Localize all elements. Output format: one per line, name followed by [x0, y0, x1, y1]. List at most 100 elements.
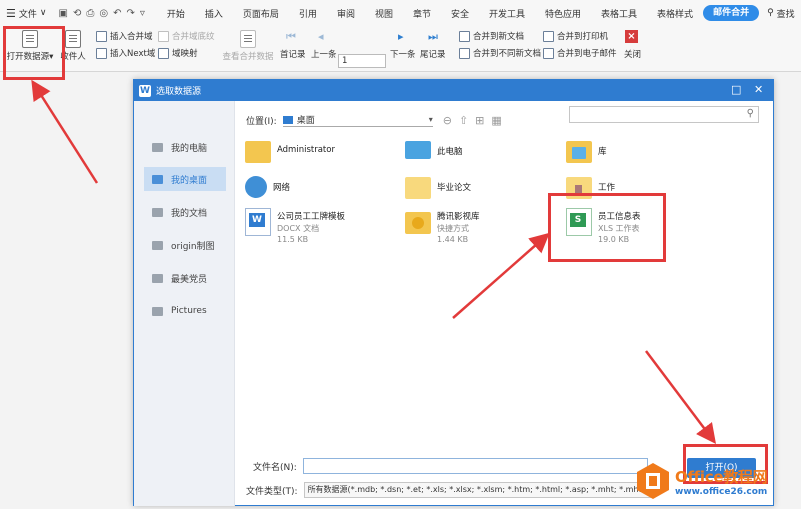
- file-item-library[interactable]: 库: [566, 137, 607, 163]
- ribbon-tabs: 开始 插入 页面布局 引用 审阅 视图 章节 安全 开发工具 特色应用 表格工具…: [157, 5, 795, 21]
- tab-references[interactable]: 引用: [289, 7, 327, 20]
- first-record-icon[interactable]: ⏮: [286, 30, 296, 44]
- undo-icon[interactable]: ↶: [113, 8, 121, 19]
- sidebar-item-label: Pictures: [171, 306, 207, 316]
- search-command[interactable]: ⚲ 查找: [759, 7, 795, 20]
- close-icon[interactable]: ✕: [754, 83, 763, 96]
- file-item-tencent-video[interactable]: 腾讯影视库 快捷方式 1.44 KB: [405, 208, 480, 244]
- location-select[interactable]: 桌面 ▾: [282, 113, 433, 127]
- field-mapping-button[interactable]: 域映射: [158, 47, 198, 59]
- merge-to-new-doc-label: 合并到新文档: [473, 32, 525, 42]
- watermark: Office教程网 www.office26.com: [636, 457, 798, 505]
- tab-insert[interactable]: 插入: [195, 7, 233, 20]
- print-preview-icon[interactable]: ◎: [99, 8, 108, 19]
- merge-to-printer-button[interactable]: 合并到打印机: [543, 30, 608, 42]
- filename-input[interactable]: [302, 458, 648, 474]
- search-label: 查找: [776, 9, 795, 20]
- back-icon[interactable]: ⊖: [443, 114, 452, 127]
- up-folder-icon[interactable]: ⇧: [459, 114, 468, 127]
- insert-next-field-button[interactable]: 插入Next域: [96, 47, 155, 59]
- customize-icon[interactable]: ▿: [140, 8, 145, 19]
- folder-icon: [152, 207, 163, 217]
- tab-review[interactable]: 审阅: [327, 7, 365, 20]
- tab-sections[interactable]: 章节: [403, 7, 441, 20]
- tab-featured-apps[interactable]: 特色应用: [535, 7, 591, 20]
- last-record-label[interactable]: 尾记录: [420, 48, 446, 60]
- sidebar-item-my-documents[interactable]: 我的文档: [144, 200, 226, 224]
- path-tools: ⊖ ⇧ ⊞ ▦: [443, 114, 502, 127]
- file-name: 毕业论文: [437, 183, 472, 193]
- file-item-administrator[interactable]: Administrator: [245, 137, 335, 163]
- merge-to-new-doc-button[interactable]: 合并到新文档: [459, 30, 524, 42]
- close-label[interactable]: 关闭: [624, 48, 641, 60]
- shading-icon: [158, 30, 169, 42]
- different-docs-icon: [459, 47, 470, 59]
- next-record-label[interactable]: 下一条: [390, 48, 416, 60]
- next-record-icon[interactable]: ▸: [398, 30, 404, 43]
- tab-table-style[interactable]: 表格样式: [647, 7, 703, 20]
- tab-table-tools[interactable]: 表格工具: [591, 7, 647, 20]
- file-type: 快捷方式: [437, 224, 469, 233]
- location-bar: 位置(I): 桌面 ▾ ⊖ ⇧ ⊞ ▦: [246, 112, 502, 128]
- field-mapping-icon: [158, 47, 169, 59]
- location-label: 位置(I):: [246, 116, 277, 127]
- merge-to-different-docs-button[interactable]: 合并到不同新文档: [459, 47, 541, 59]
- tab-start[interactable]: 开始: [157, 7, 195, 20]
- new-folder-icon[interactable]: ⊞: [475, 114, 484, 127]
- file-item-thesis[interactable]: 毕业论文: [405, 173, 471, 199]
- sidebar-item-party-members[interactable]: 最美党员: [144, 266, 226, 290]
- search-input[interactable]: ⚲: [569, 106, 759, 123]
- tab-developer[interactable]: 开发工具: [479, 7, 535, 20]
- field-mapping-label: 域映射: [172, 49, 198, 59]
- file-name: 腾讯影视库: [437, 212, 480, 222]
- printer-icon: [543, 30, 554, 42]
- file-name: 工作: [598, 183, 616, 193]
- file-item-badge-template[interactable]: 公司员工工牌模板 DOCX 文档 11.5 KB: [245, 208, 345, 244]
- next-field-icon: [96, 47, 107, 59]
- sidebar-item-origin[interactable]: origin制图: [144, 233, 226, 257]
- save-icon[interactable]: ▣: [58, 8, 67, 19]
- quick-access-toolbar: ▣ ⟲ ⎙ ◎ ↶ ↷ ▿: [52, 8, 150, 19]
- tab-mail-merge[interactable]: 邮件合并: [703, 5, 760, 21]
- redo-icon[interactable]: ↷: [126, 8, 134, 19]
- view-merged-data-button[interactable]: 查看合并数据: [222, 30, 274, 62]
- file-type: DOCX 文档: [277, 224, 320, 233]
- arrow-to-open-datasource: [31, 79, 99, 184]
- format-painter-icon[interactable]: ⟲: [73, 8, 81, 19]
- file-size: 11.5 KB: [277, 235, 309, 244]
- sidebar-item-label: 我的文档: [171, 208, 208, 219]
- print-icon[interactable]: ⎙: [86, 8, 94, 19]
- sidebar-item-my-desktop[interactable]: 我的桌面: [144, 167, 226, 191]
- sidebar-item-my-computer[interactable]: 我的电脑: [144, 135, 226, 159]
- maximize-icon[interactable]: □: [731, 83, 741, 96]
- user-folder-icon: [245, 141, 271, 163]
- folder-icon: [152, 240, 163, 250]
- email-icon: [543, 47, 554, 59]
- merge-to-email-button[interactable]: 合并到电子邮件: [543, 47, 617, 59]
- last-record-icon[interactable]: ⏭: [428, 30, 438, 44]
- view-mode-icon[interactable]: ▦: [491, 114, 501, 127]
- first-record-label[interactable]: 首记录: [280, 48, 306, 60]
- prev-record-icon[interactable]: ◂: [318, 30, 324, 43]
- close-icon[interactable]: ×: [625, 30, 638, 43]
- prev-record-label[interactable]: 上一条: [311, 48, 337, 60]
- record-number-input[interactable]: 1: [338, 54, 386, 68]
- search-icon: ⚲: [767, 8, 774, 18]
- network-icon: [245, 176, 267, 198]
- sidebar-item-pictures[interactable]: Pictures: [144, 299, 226, 323]
- new-doc-icon: [459, 30, 470, 42]
- computer-icon: [152, 142, 163, 152]
- merge-field-shading-button[interactable]: 合并域底纹: [158, 30, 215, 42]
- library-icon: [566, 141, 592, 163]
- insert-merge-field-button[interactable]: 插入合并域: [96, 30, 153, 42]
- tab-view[interactable]: 视图: [365, 7, 403, 20]
- file-item-network[interactable]: 网络: [245, 173, 290, 198]
- dialog-title: 选取数据源: [156, 87, 202, 97]
- sidebar: 我的电脑 我的桌面 我的文档 origin制图 最美党员 Pictures: [134, 101, 235, 506]
- dialog-title-bar: W 选取数据源 □ ✕: [134, 80, 773, 101]
- tab-page-layout[interactable]: 页面布局: [233, 7, 289, 20]
- file-item-this-pc[interactable]: 此电脑: [405, 137, 463, 159]
- filetype-select[interactable]: 所有数据源(*.mdb; *.dsn; *.et; *.xls; *.xlsx;…: [303, 482, 654, 498]
- file-menu[interactable]: ☰ 文件 ∨: [0, 7, 52, 20]
- tab-security[interactable]: 安全: [441, 7, 479, 20]
